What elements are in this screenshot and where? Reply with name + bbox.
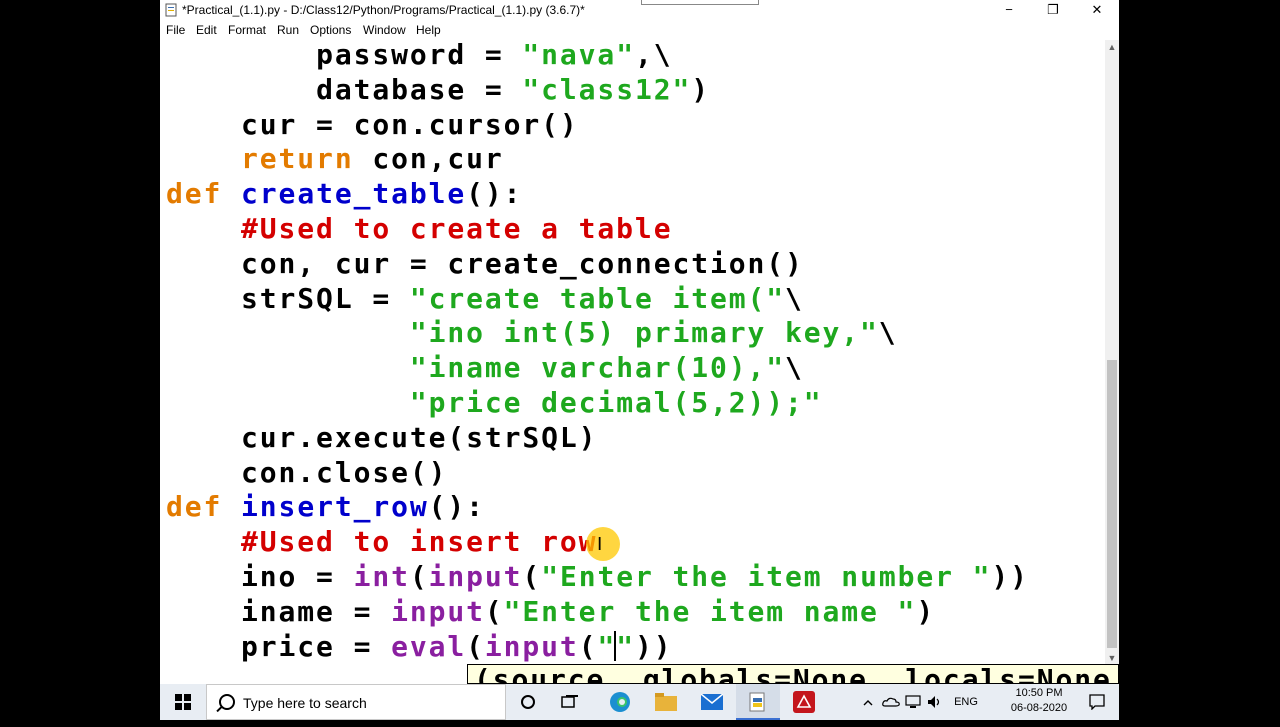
taskbar: Type here to search ENG 10:50 PM 06-08-2…	[160, 684, 1119, 720]
menu-options[interactable]: Options	[310, 23, 351, 37]
code-line: #Used to create a table	[241, 211, 673, 245]
mail-icon	[700, 693, 724, 710]
notification-icon	[1089, 694, 1105, 711]
code-line: #Used to insert row	[241, 525, 598, 559]
menu-run[interactable]: Run	[277, 23, 299, 37]
clock-date: 06-08-2020	[1010, 702, 1068, 714]
action-center-button[interactable]	[1075, 684, 1119, 720]
text-caret	[614, 631, 616, 661]
code-line: def insert_row():	[166, 490, 485, 524]
code-line: con, cur = create_connection()	[241, 246, 804, 280]
code-line: con.close()	[241, 455, 448, 489]
code-line: password = "nava",\	[316, 40, 673, 71]
calltip-tooltip: (source, globals=None, locals=None	[467, 664, 1119, 684]
ibeam-cursor-icon: I	[597, 534, 603, 555]
taskbar-mail[interactable]	[690, 684, 734, 720]
code-line: "price decimal(5,2));"	[409, 385, 823, 419]
taskbar-acrobat[interactable]	[782, 684, 826, 720]
vertical-scrollbar[interactable]: ▲ ▼	[1105, 40, 1119, 666]
menu-help[interactable]: Help	[416, 23, 441, 37]
search-icon	[219, 694, 235, 710]
idle-editor-window: *Practical_(1.1).py - D:/Class12/Python/…	[160, 0, 1119, 684]
menu-window[interactable]: Window	[363, 23, 406, 37]
windows-logo-icon	[175, 694, 191, 710]
task-view-icon	[561, 695, 578, 708]
left-black-bar	[0, 0, 160, 720]
close-button[interactable]: ✕	[1075, 0, 1119, 21]
edge-icon	[610, 692, 630, 712]
code-line: return con,cur	[241, 142, 504, 176]
code-line: cur.execute(strSQL)	[241, 420, 598, 454]
code-line: ino = int(input("Enter the item number "…	[241, 559, 1029, 593]
mouse-cursor-highlight	[586, 527, 620, 561]
code-line: "iname varchar(10),"\	[409, 351, 804, 385]
window-title: *Practical_(1.1).py - D:/Class12/Python/…	[182, 3, 585, 17]
right-black-bar	[1119, 0, 1280, 720]
window-edge-marker	[641, 0, 759, 5]
tray-overflow-icon[interactable]	[858, 684, 878, 720]
code-text[interactable]: password = "nava",\ database = "class12"…	[166, 40, 1029, 664]
onedrive-icon[interactable]	[880, 684, 902, 720]
menu-format[interactable]: Format	[228, 23, 266, 37]
menu-edit[interactable]: Edit	[196, 23, 217, 37]
folder-icon	[655, 693, 677, 711]
calltip-text: (source, globals=None, locals=None	[474, 664, 1112, 684]
code-line: iname = input("Enter the item name ")	[241, 594, 936, 628]
menu-bar: File Edit Format Run Options Window Help	[160, 21, 1119, 40]
code-line: strSQL = "create table item("\	[241, 281, 804, 315]
title-bar[interactable]: *Practical_(1.1).py - D:/Class12/Python/…	[160, 0, 1119, 21]
taskbar-file-explorer[interactable]	[644, 684, 688, 720]
language-indicator[interactable]: ENG	[946, 684, 986, 720]
taskbar-clock[interactable]: 10:50 PM 06-08-2020	[1005, 686, 1073, 716]
task-view-button[interactable]	[550, 684, 590, 720]
taskbar-edge[interactable]	[598, 684, 642, 720]
menu-file[interactable]: File	[166, 23, 185, 37]
scroll-up-icon[interactable]: ▲	[1105, 40, 1119, 54]
scroll-down-icon[interactable]: ▼	[1105, 651, 1119, 665]
cortana-circle-icon	[521, 695, 535, 709]
cortana-button[interactable]	[508, 684, 548, 720]
code-line: cur = con.cursor()	[241, 107, 579, 141]
code-editor[interactable]: password = "nava",\ database = "class12"…	[160, 40, 1105, 664]
scrollbar-thumb[interactable]	[1107, 360, 1117, 648]
taskbar-python-idle[interactable]	[736, 684, 780, 720]
volume-icon[interactable]	[924, 684, 946, 720]
start-button[interactable]	[160, 684, 206, 720]
maximize-button[interactable]: ❐	[1031, 0, 1075, 21]
python-file-icon	[165, 3, 177, 17]
code-line: price = eval(input(""))	[241, 629, 673, 663]
network-icon[interactable]	[902, 684, 924, 720]
minimize-button[interactable]: −	[987, 0, 1031, 21]
code-line: database = "class12")	[316, 72, 710, 106]
code-line: def create_table():	[166, 177, 523, 211]
search-placeholder: Type here to search	[243, 695, 367, 711]
clock-time: 10:50 PM	[1015, 687, 1063, 699]
taskbar-search-box[interactable]: Type here to search	[206, 684, 506, 720]
python-idle-icon	[749, 692, 765, 712]
acrobat-icon	[793, 691, 815, 713]
code-line: "ino int(5) primary key,"\	[409, 316, 898, 350]
